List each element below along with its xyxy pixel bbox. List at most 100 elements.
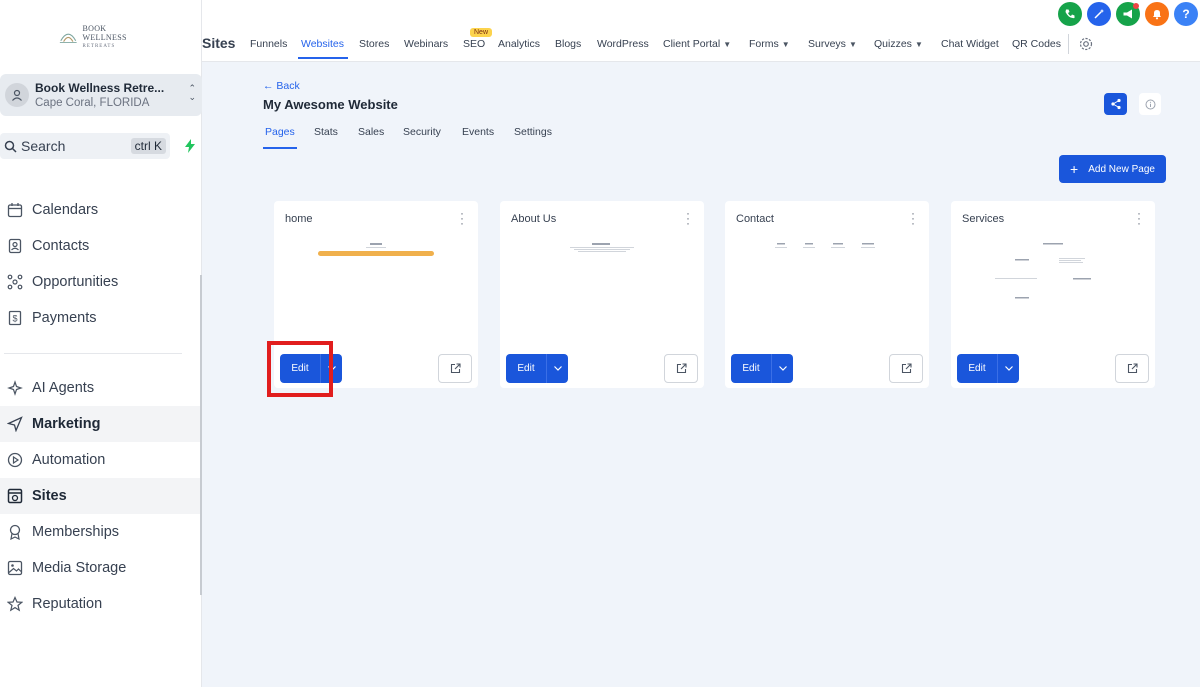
sidebar-item-contacts[interactable]: Contacts (0, 228, 202, 264)
sidebar-item-label: Opportunities (32, 274, 119, 290)
page-title: My Awesome Website (263, 97, 398, 112)
open-external-button[interactable] (664, 354, 698, 383)
page-thumbnail[interactable] (530, 239, 674, 309)
card-title: Services (962, 213, 1005, 225)
edit-button[interactable]: Edit (957, 354, 997, 383)
tab-chat-widget[interactable]: Chat Widget (941, 38, 999, 50)
page-thumbnail[interactable] (755, 239, 899, 309)
account-switcher[interactable]: Book Wellness Retre... Cape Coral, FLORI… (0, 74, 202, 116)
subtab-pages[interactable]: Pages (265, 126, 295, 138)
sidebar-item-sites[interactable]: Sites (0, 478, 202, 514)
more-vertical-icon[interactable]: · · · (460, 207, 464, 229)
tab-label: Surveys (808, 38, 846, 50)
gear-icon[interactable] (1078, 36, 1094, 52)
announcements-button[interactable] (1116, 2, 1140, 26)
sidebar-item-label: Calendars (32, 202, 99, 218)
tab-client-portal[interactable]: Client Portal ▼ (663, 38, 731, 50)
sidebar-item-label: Marketing (32, 416, 101, 432)
phone-button[interactable] (1058, 2, 1082, 26)
payments-icon: $ (6, 309, 24, 327)
tab-seo[interactable]: SEO (463, 38, 485, 50)
more-vertical-icon[interactable]: · · · (911, 207, 915, 229)
sidebar-item-marketing[interactable]: Marketing (0, 406, 202, 442)
sidebar-item-automation[interactable]: Automation (0, 442, 202, 478)
tab-label: Client Portal (663, 38, 721, 50)
tab-webinars[interactable]: Webinars (404, 38, 448, 50)
sidebar-item-reputation[interactable]: Reputation (0, 586, 202, 622)
sidebar-item-media-storage[interactable]: Media Storage (0, 550, 202, 586)
chevron-down-icon (1004, 366, 1013, 371)
notifications-button[interactable] (1145, 2, 1169, 26)
tab-qr-codes[interactable]: QR Codes (1012, 38, 1061, 50)
opportunities-icon (6, 273, 24, 291)
more-vertical-icon[interactable]: · · · (686, 207, 690, 229)
sidebar-item-label: Payments (32, 310, 97, 326)
search-bar[interactable]: Search ctrl K (0, 133, 170, 159)
external-link-icon (1127, 363, 1138, 374)
account-location: Cape Coral, FLORIDA (35, 97, 150, 109)
lightning-icon (185, 139, 195, 153)
search-icon (4, 140, 17, 153)
sidebar-scrollbar[interactable] (200, 275, 202, 595)
chevron-updown-icon: ⌃ ⌄ (188, 83, 196, 102)
card-title: home (285, 213, 313, 225)
back-link[interactable]: ← Back (263, 80, 300, 92)
image-icon (6, 559, 24, 577)
edit-button-group: Edit (506, 354, 568, 383)
external-link-icon (901, 363, 912, 374)
open-external-button[interactable] (438, 354, 472, 383)
magic-wand-icon (1094, 9, 1104, 19)
info-button[interactable] (1139, 93, 1161, 115)
sidebar-item-calendars[interactable]: Calendars (0, 192, 202, 228)
subtab-events[interactable]: Events (462, 126, 494, 138)
sidebar-item-label: Contacts (32, 238, 90, 254)
quick-action-button[interactable] (178, 133, 202, 159)
subtab-sales[interactable]: Sales (358, 126, 384, 138)
sidebar-item-ai-agents[interactable]: AI Agents (0, 370, 202, 406)
subtab-stats[interactable]: Stats (314, 126, 338, 138)
subtab-settings[interactable]: Settings (514, 126, 552, 138)
subtab-security[interactable]: Security (403, 126, 441, 138)
edit-dropdown-button[interactable] (546, 354, 568, 383)
add-page-label: Add New Page (1088, 163, 1155, 175)
tab-blogs[interactable]: Blogs (555, 38, 581, 50)
page-thumbnail[interactable] (981, 239, 1125, 309)
edit-dropdown-button[interactable] (997, 354, 1019, 383)
tab-wordpress[interactable]: WordPress (597, 38, 649, 50)
logo-text: BOOK WELLNESS RETREATS (83, 24, 148, 51)
tab-surveys[interactable]: Surveys ▼ (808, 38, 857, 50)
share-icon (1110, 98, 1121, 110)
sidebar-item-memberships[interactable]: Memberships (0, 514, 202, 550)
magic-button[interactable] (1087, 2, 1111, 26)
open-external-button[interactable] (889, 354, 923, 383)
brand-logo[interactable]: BOOK WELLNESS RETREATS (58, 24, 148, 50)
tab-forms[interactable]: Forms ▼ (749, 38, 790, 50)
megaphone-icon (1123, 9, 1132, 19)
contacts-icon (6, 237, 24, 255)
tab-websites[interactable]: Websites (301, 38, 344, 50)
tab-label: Quizzes (874, 38, 912, 50)
tab-analytics[interactable]: Analytics (498, 38, 540, 50)
top-navigation: Sites Funnels Websites Stores Webinars N… (202, 0, 1200, 62)
tab-funnels[interactable]: Funnels (250, 38, 287, 50)
chevron-down-icon (553, 366, 562, 371)
page-card-about-us: About Us · · · Edit (500, 201, 704, 388)
sidebar-item-opportunities[interactable]: Opportunities (0, 264, 202, 300)
tab-stores[interactable]: Stores (359, 38, 389, 50)
external-link-icon (450, 363, 461, 374)
edit-button[interactable]: Edit (731, 354, 771, 383)
edit-dropdown-button[interactable] (771, 354, 793, 383)
tab-quizzes[interactable]: Quizzes ▼ (874, 38, 923, 50)
logo-line2: RETREATS (82, 43, 116, 49)
more-vertical-icon[interactable]: · · · (1137, 207, 1141, 229)
section-title: Sites (202, 35, 236, 51)
card-title: Contact (736, 213, 774, 225)
sidebar-item-label: AI Agents (32, 380, 95, 396)
edit-button[interactable]: Edit (506, 354, 546, 383)
add-new-page-button[interactable]: + Add New Page (1059, 155, 1166, 183)
share-button[interactable] (1104, 93, 1127, 115)
open-external-button[interactable] (1115, 354, 1149, 383)
sidebar-item-payments[interactable]: $ Payments (0, 300, 202, 336)
help-button[interactable]: ? (1174, 2, 1198, 26)
page-thumbnail[interactable] (304, 239, 448, 309)
